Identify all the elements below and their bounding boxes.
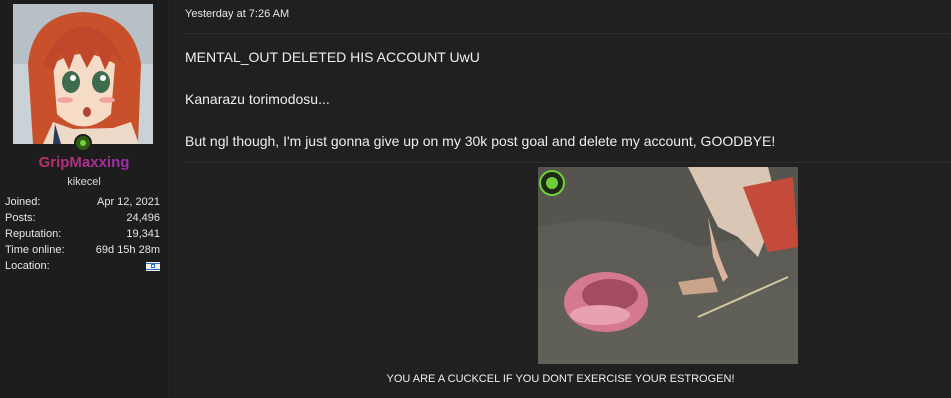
stat-label: Location: [5, 260, 50, 272]
stat-value: 19,341 [126, 228, 160, 240]
stat-joined: Joined: Apr 12, 2021 [5, 194, 160, 210]
post-timestamp[interactable]: Yesterday at 7:26 AM [185, 8, 289, 20]
user-panel: GripMaxxing kikecel Joined: Apr 12, 2021… [0, 0, 169, 398]
divider [182, 33, 951, 34]
image-caption: YOU ARE A CUCKCEL IF YOU DONT EXERCISE Y… [386, 373, 735, 385]
stat-value: 24,496 [126, 212, 160, 224]
stat-label: Joined: [5, 196, 41, 208]
stat-value: Apr 12, 2021 [97, 196, 160, 208]
stat-label: Reputation: [5, 228, 62, 240]
user-stats: Joined: Apr 12, 2021 Posts: 24,496 Reput… [5, 194, 160, 274]
israel-flag-icon [146, 262, 160, 271]
post-line: MENTAL_OUT DELETED HIS ACCOUNT UwU [185, 49, 480, 65]
avatar[interactable] [13, 4, 153, 144]
stat-posts: Posts: 24,496 [5, 210, 160, 226]
stat-label: Posts: [5, 212, 36, 224]
stat-label: Time online: [5, 244, 65, 256]
stat-value: 69d 15h 28m [95, 244, 160, 256]
username[interactable]: GripMaxxing [0, 154, 168, 171]
online-status-icon [74, 134, 92, 152]
post-body: Yesterday at 7:26 AM MENTAL_OUT DELETED … [170, 0, 951, 398]
anime-girl-avatar-icon [13, 4, 153, 144]
user-title: kikecel [67, 176, 101, 188]
divider [182, 162, 951, 163]
stat-location: Location: [5, 258, 160, 274]
stat-reputation: Reputation: 19,341 [5, 226, 160, 242]
post-gif-image[interactable] [538, 167, 798, 364]
animated-gif-image-icon [538, 167, 798, 364]
post-line: But ngl though, I'm just gonna give up o… [185, 133, 776, 149]
stat-time-online: Time online: 69d 15h 28m [5, 242, 160, 258]
post-line: Kanarazu torimodosu... [185, 91, 330, 107]
